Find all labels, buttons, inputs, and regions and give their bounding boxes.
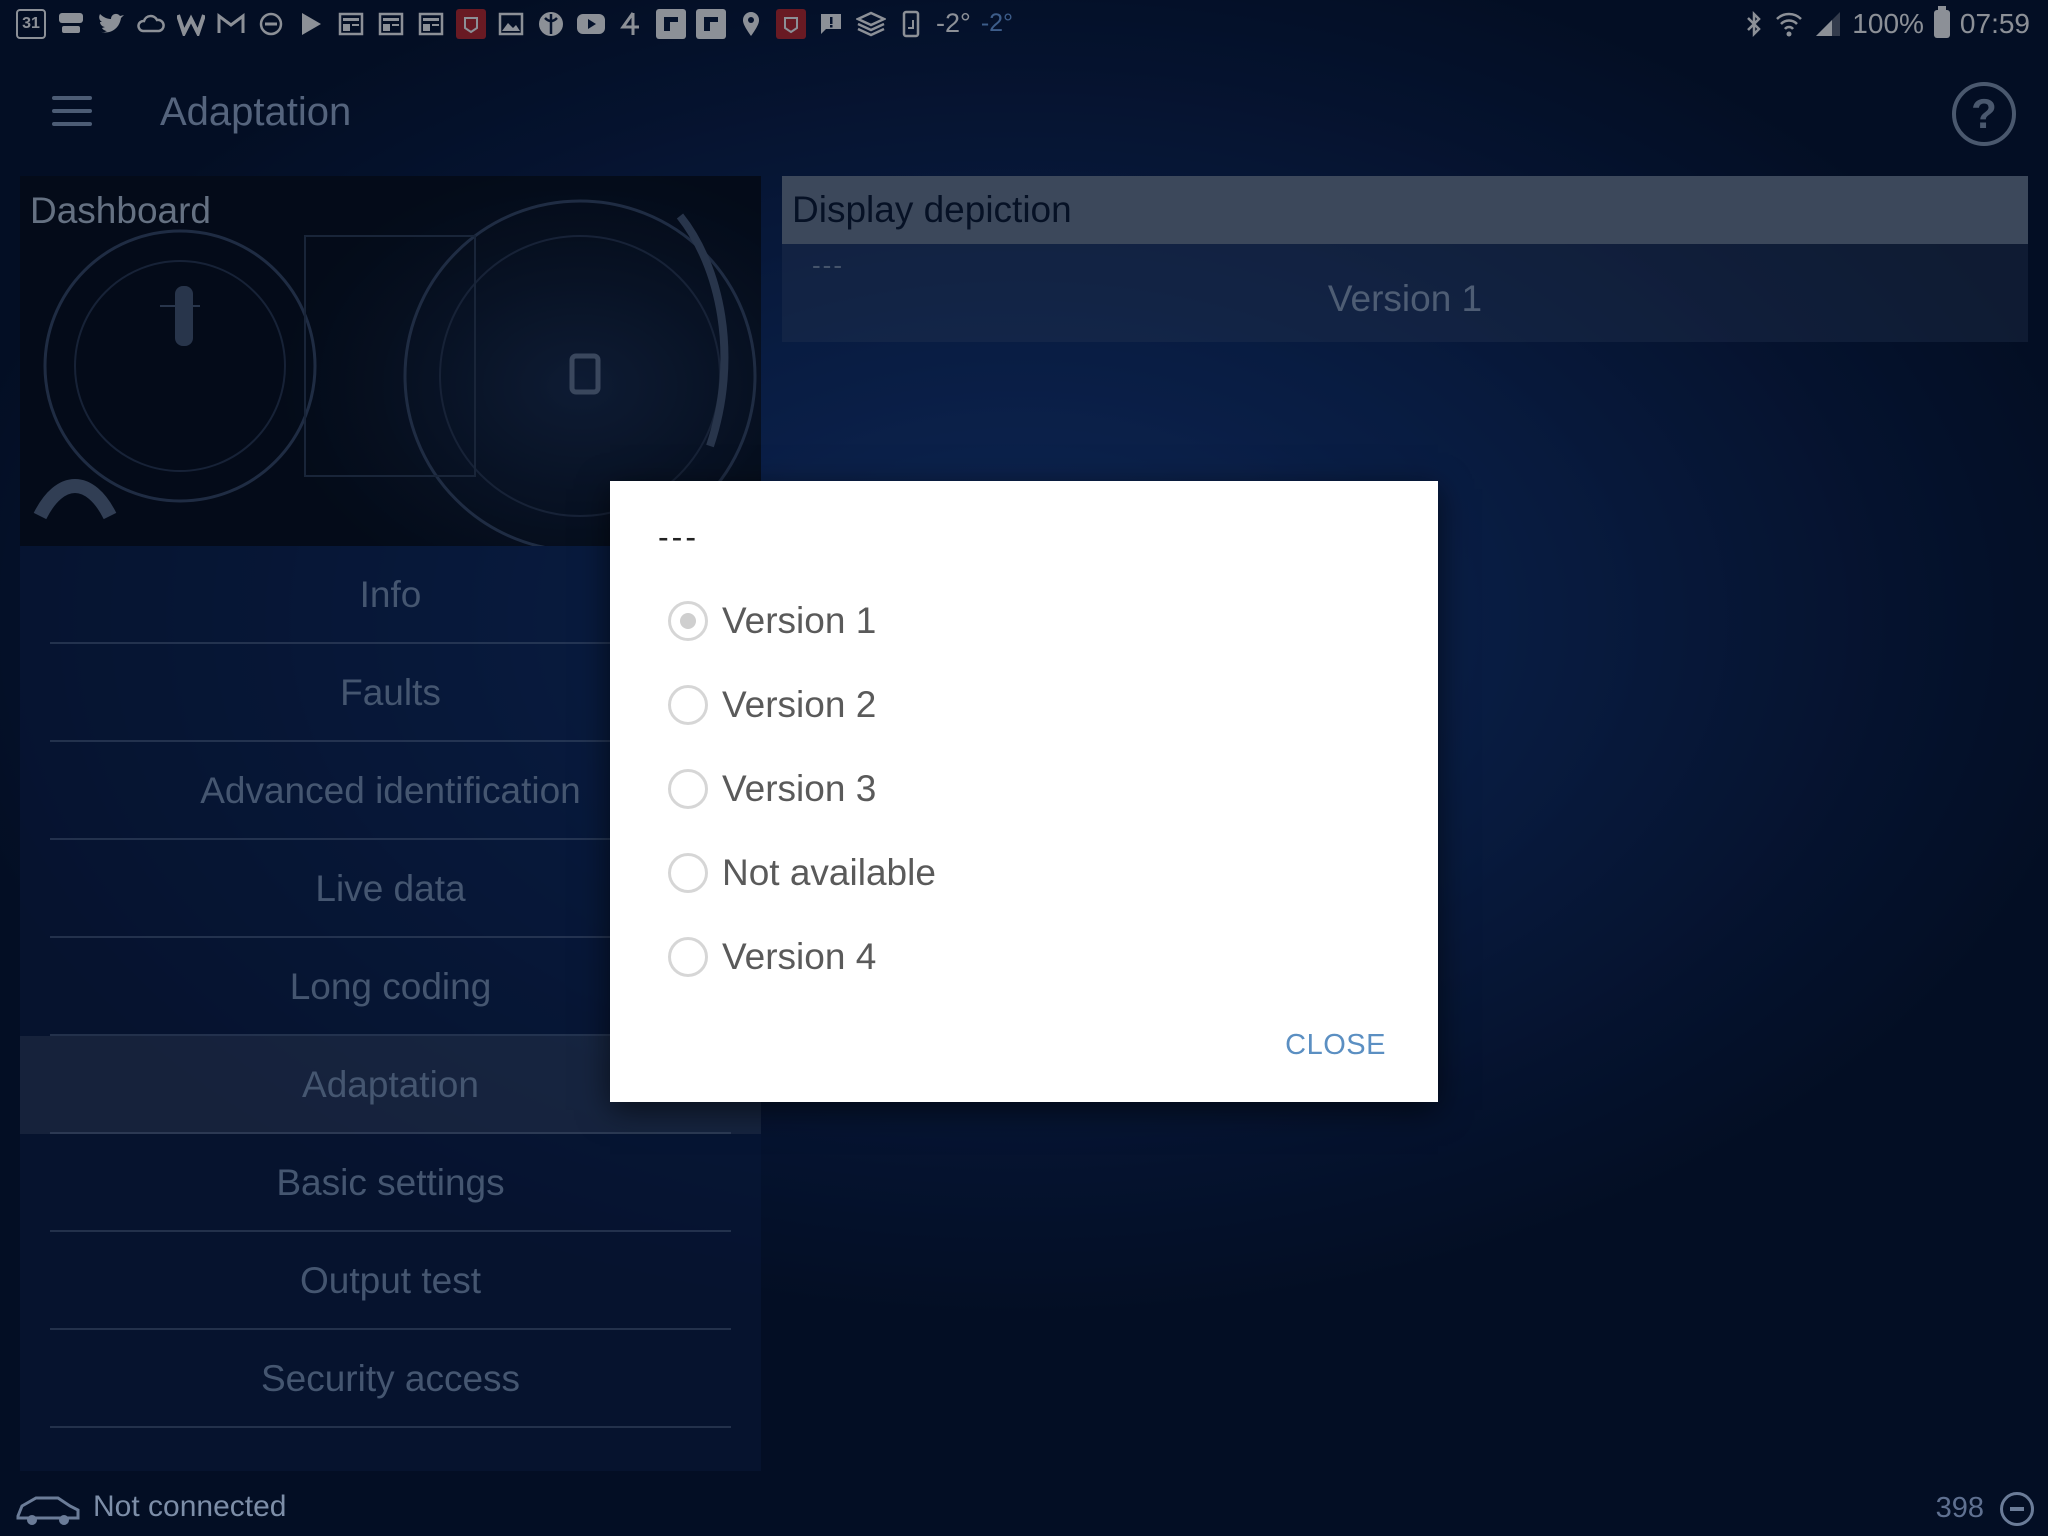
option-version-2[interactable]: Version 2 <box>668 663 1368 747</box>
connection-status: Not connected <box>93 1490 287 1523</box>
option-not-available[interactable]: Not available <box>668 831 1368 915</box>
radio-unchecked-icon[interactable] <box>668 937 708 977</box>
exit-icon[interactable] <box>2000 1492 2034 1526</box>
option-label: Version 1 <box>722 600 877 641</box>
car-icon <box>16 1496 80 1525</box>
close-button[interactable]: CLOSE <box>1285 1029 1386 1062</box>
option-list: Version 1 Version 2 Version 3 Not availa… <box>668 579 1368 999</box>
option-version-4[interactable]: Version 4 <box>668 915 1368 999</box>
radio-unchecked-icon[interactable] <box>668 769 708 809</box>
bottom-status-bar: Not connected 398 <box>0 1480 2048 1536</box>
selection-dialog: --- Version 1 Version 2 Version 3 Not av… <box>610 481 1438 1102</box>
option-label: Version 3 <box>722 768 877 809</box>
option-version-3[interactable]: Version 3 <box>668 747 1368 831</box>
radio-unchecked-icon[interactable] <box>668 853 708 893</box>
radio-checked-icon[interactable] <box>668 601 708 641</box>
option-version-1[interactable]: Version 1 <box>668 579 1368 663</box>
counter-value: 398 <box>1935 1492 1984 1524</box>
app-screen: 31 -2° -2° 100% 07:59 Adaptation ? Dashb… <box>0 0 2048 1536</box>
radio-unchecked-icon[interactable] <box>668 685 708 725</box>
option-label: Version 2 <box>722 684 877 725</box>
option-label: Not available <box>722 852 936 893</box>
option-label: Version 4 <box>722 936 877 977</box>
dialog-title: --- <box>658 519 699 555</box>
